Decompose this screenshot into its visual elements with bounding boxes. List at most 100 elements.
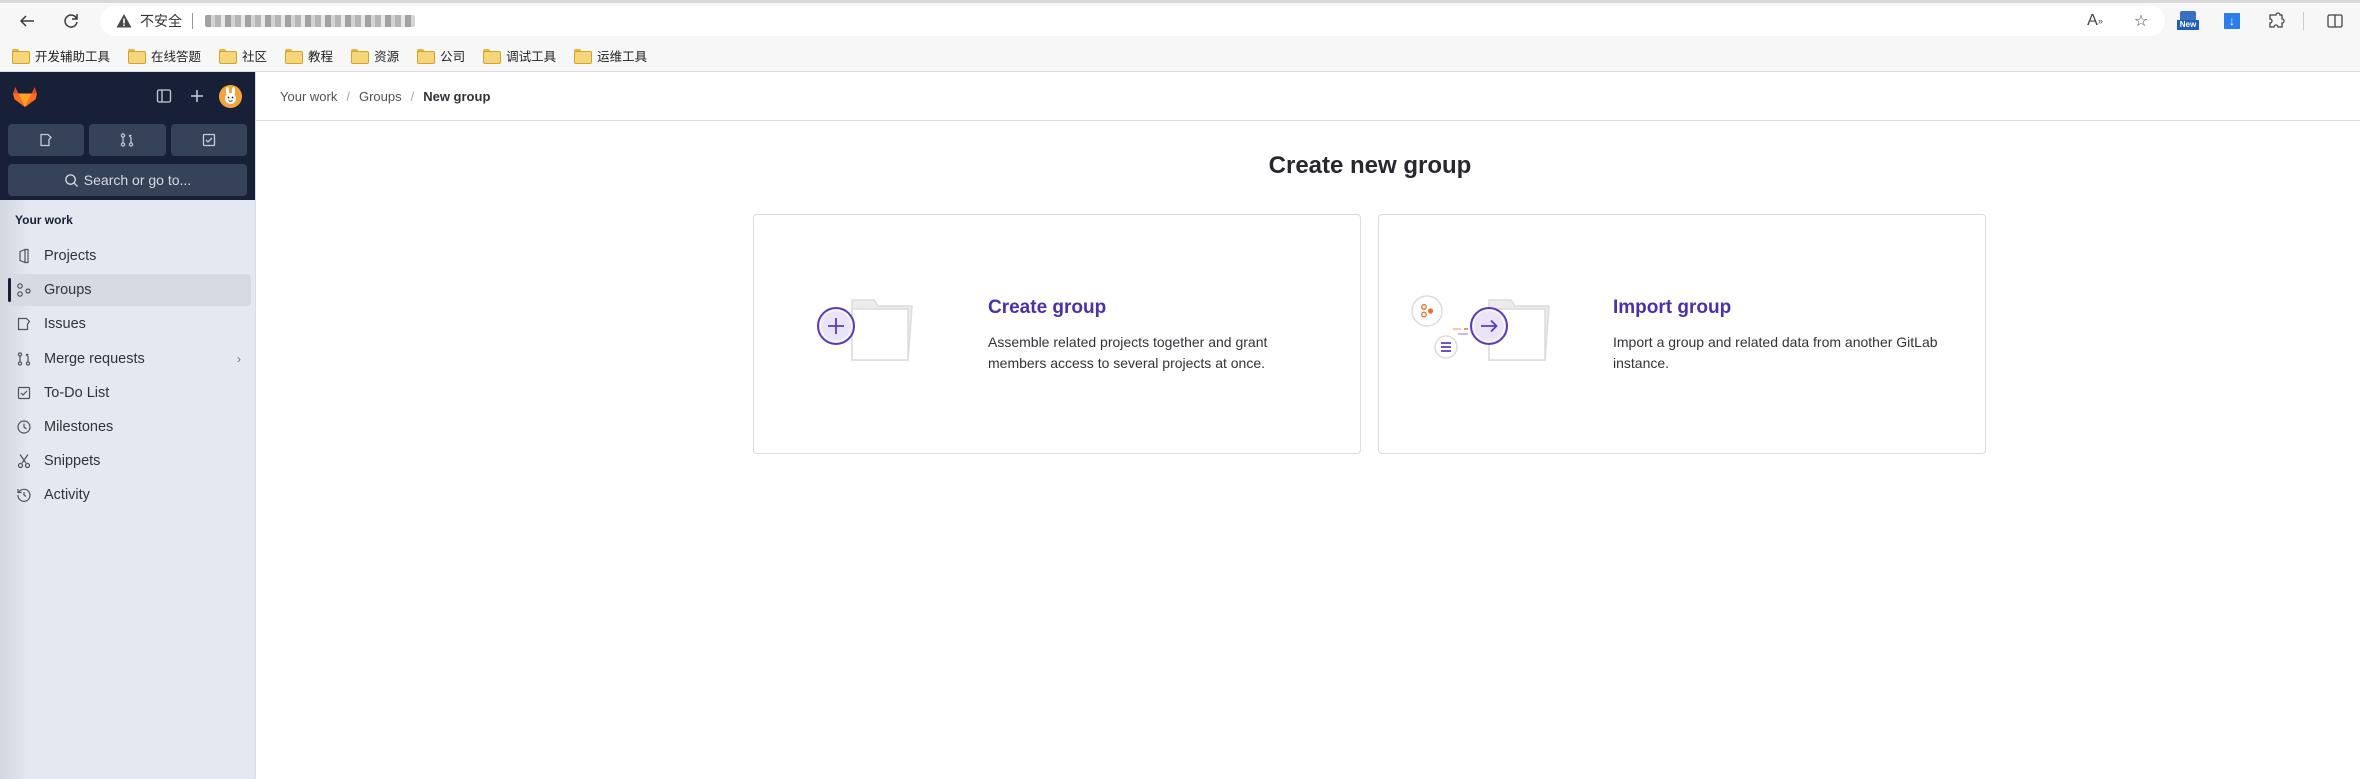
import-group-card[interactable]: Import group Import a group and related … xyxy=(1378,214,1986,454)
project-icon xyxy=(16,248,32,264)
extension-icon: New xyxy=(2177,10,2199,32)
bookmark-folder[interactable]: 在线答题 xyxy=(128,46,201,65)
plus-icon xyxy=(191,90,203,102)
favorite-star-icon[interactable]: ☆ xyxy=(2131,11,2151,31)
breadcrumb-your-work[interactable]: Your work xyxy=(280,89,337,104)
folder-icon xyxy=(219,49,238,64)
toggle-sidebar-button[interactable] xyxy=(152,84,176,108)
puzzle-icon xyxy=(2269,12,2285,28)
import-group-illustration-icon xyxy=(1411,295,1550,361)
sidebar-item-todo-list[interactable]: To-Do List xyxy=(4,377,251,409)
bookmark-folder[interactable]: 资源 xyxy=(351,46,399,65)
user-avatar[interactable] xyxy=(219,85,242,108)
bookmark-folder[interactable]: 调试工具 xyxy=(483,46,556,65)
read-aloud-icon[interactable]: A» xyxy=(2085,11,2105,31)
sidebar-item-merge-requests[interactable]: Merge requests › xyxy=(4,343,251,375)
split-screen-button[interactable] xyxy=(2322,8,2348,34)
create-new-button[interactable] xyxy=(185,84,209,108)
create-group-card[interactable]: Create group Assemble related projects t… xyxy=(753,214,1361,454)
download-icon: ↓ xyxy=(2224,13,2240,29)
history-icon xyxy=(16,487,32,503)
create-group-title[interactable]: Create group xyxy=(988,297,1328,319)
folder-icon xyxy=(285,49,304,64)
back-button[interactable] xyxy=(14,8,40,34)
sidebar-item-issues[interactable]: Issues xyxy=(4,308,251,340)
issues-count-button[interactable] xyxy=(8,124,85,156)
gitlab-logo-icon[interactable] xyxy=(12,84,38,110)
snippet-icon xyxy=(16,453,32,469)
main-content: Your work / Groups / New group Create ne… xyxy=(256,72,2360,779)
reload-icon xyxy=(64,14,78,28)
create-group-description: Assemble related projects together and g… xyxy=(988,334,1268,371)
issues-icon xyxy=(40,133,53,147)
breadcrumb: Your work / Groups / New group xyxy=(256,72,2360,121)
sidebar-item-milestones[interactable]: Milestones xyxy=(4,411,251,443)
group-icon xyxy=(16,282,32,298)
sidebar-item-label: Activity xyxy=(44,487,90,504)
todo-icon xyxy=(202,133,215,147)
breadcrumb-groups[interactable]: Groups xyxy=(359,89,402,104)
import-group-title[interactable]: Import group xyxy=(1613,297,1973,319)
sidebar-item-label: Milestones xyxy=(44,418,114,435)
sidebar-section-title: Your work xyxy=(15,213,73,227)
avatar-image-icon xyxy=(219,85,242,108)
sidebar-item-label: Projects xyxy=(44,248,97,264)
bookmark-folder[interactable]: 运维工具 xyxy=(574,46,647,65)
todo-icon xyxy=(16,385,32,401)
bookmark-folder[interactable]: 教程 xyxy=(285,46,333,65)
merge-request-icon xyxy=(121,133,134,147)
breadcrumb-new-group[interactable]: New group xyxy=(423,89,490,104)
sidebar-item-label: Groups xyxy=(44,282,92,299)
sidebar: Search or go to... Your work Projects Gr… xyxy=(0,72,256,779)
sidebar-item-label: Snippets xyxy=(44,453,101,470)
create-group-illustration-icon xyxy=(817,299,913,361)
search-button[interactable]: Search or go to... xyxy=(8,164,247,196)
page-title: Create new group xyxy=(1268,152,1472,179)
divider xyxy=(2303,12,2304,30)
merge-requests-count-button[interactable] xyxy=(89,124,166,156)
search-icon xyxy=(65,173,78,187)
sidebar-header: Search or go to... xyxy=(0,72,255,200)
chevron-right-icon[interactable]: › xyxy=(237,352,241,366)
reload-button[interactable] xyxy=(58,8,84,34)
bookmark-folder[interactable]: 公司 xyxy=(417,46,465,65)
sidebar-item-label: Merge requests xyxy=(44,350,145,367)
bookmark-folder[interactable]: 社区 xyxy=(219,46,267,65)
breadcrumb-separator: / xyxy=(410,88,415,104)
sidebar-item-snippets[interactable]: Snippets xyxy=(4,445,251,477)
breadcrumb-separator: / xyxy=(346,88,350,104)
address-bar[interactable]: 不安全 A» ☆ xyxy=(100,6,2165,36)
url-text-redacted xyxy=(205,15,415,27)
sidebar-nav: Projects Groups Issues Merge requests › … xyxy=(4,240,251,514)
sidebar-item-groups[interactable]: Groups xyxy=(4,274,251,307)
folder-icon xyxy=(12,49,30,64)
bookmark-folder[interactable]: 开发辅助工具 xyxy=(12,46,110,65)
clock-icon xyxy=(16,419,32,435)
security-status[interactable]: 不安全 xyxy=(140,11,182,31)
arrow-left-icon xyxy=(19,15,34,27)
folder-icon xyxy=(417,49,436,64)
import-group-description: Import a group and related data from ano… xyxy=(1613,334,1938,371)
warning-icon xyxy=(116,14,132,28)
divider xyxy=(192,13,193,29)
sidebar-item-label: Issues xyxy=(44,316,86,333)
folder-icon xyxy=(351,49,370,64)
extensions-button[interactable] xyxy=(2263,8,2289,34)
search-label: Search or go to... xyxy=(83,172,192,188)
issues-icon xyxy=(16,316,32,332)
sidebar-count-buttons xyxy=(8,124,247,156)
sidebar-item-label: To-Do List xyxy=(44,384,110,401)
browser-toolbar: 不安全 A» ☆ New ↓ xyxy=(0,0,2360,40)
download-extension-button[interactable]: ↓ xyxy=(2219,8,2245,34)
bookmarks-bar: 开发辅助工具 在线答题 社区 教程 资源 公司 调试工具 运维工具 xyxy=(0,40,2360,72)
folder-icon xyxy=(574,49,593,64)
folder-icon xyxy=(128,49,147,64)
split-screen-icon xyxy=(2327,14,2343,28)
sidebar-item-projects[interactable]: Projects xyxy=(4,240,251,272)
todo-count-button[interactable] xyxy=(170,124,247,156)
extension-new-button[interactable]: New xyxy=(2175,8,2201,34)
sidebar-toggle-icon xyxy=(156,89,172,103)
merge-request-icon xyxy=(16,351,32,367)
folder-icon xyxy=(483,49,502,64)
sidebar-item-activity[interactable]: Activity xyxy=(4,479,251,511)
